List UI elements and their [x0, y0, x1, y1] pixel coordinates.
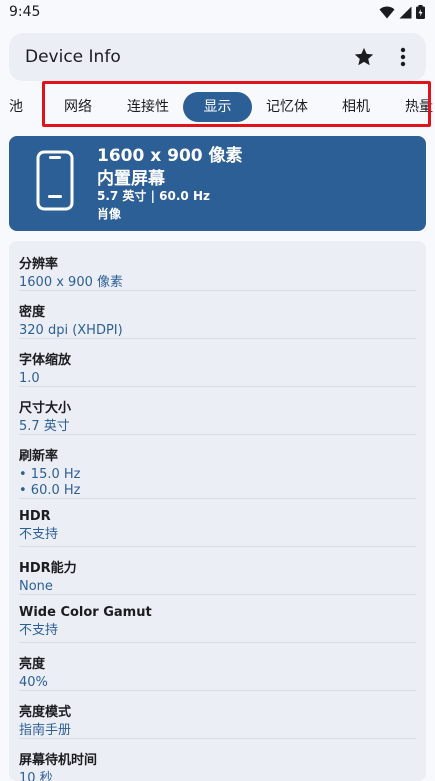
- tab-connectivity[interactable]: 连接性: [127, 92, 169, 122]
- favorite-star-icon[interactable]: [353, 46, 375, 68]
- display-spec: 5.7 英寸 | 60.0 Hz: [97, 189, 210, 203]
- list-item: Wide Color Gamut 不支持: [19, 605, 416, 643]
- status-icons: [379, 5, 425, 19]
- list-item: 密度 320 dpi (XHDPI): [19, 301, 416, 339]
- item-value: 40%: [19, 675, 48, 690]
- battery-icon: [416, 5, 425, 19]
- item-value: 不支持: [19, 623, 59, 638]
- item-label: 屏幕待机时间: [19, 753, 98, 768]
- tab-thermal[interactable]: 热量: [405, 92, 433, 122]
- list-item: HDR能力 None: [19, 557, 416, 595]
- list-item: 屏幕待机时间 10 秒: [19, 749, 416, 781]
- item-value: 1.0: [19, 371, 40, 386]
- app-bar: Device Info: [9, 33, 426, 81]
- item-label: HDR: [19, 509, 51, 524]
- list-item: 亮度模式 指南手册: [19, 701, 416, 739]
- list-item: 亮度 40%: [19, 653, 416, 691]
- item-label: 尺寸大小: [19, 401, 72, 416]
- signal-icon: [399, 6, 412, 18]
- display-resolution: 1600 x 900 像素: [97, 146, 243, 166]
- tab-memory[interactable]: 记忆体: [266, 92, 308, 122]
- wifi-icon: [379, 6, 395, 18]
- item-value: None: [19, 579, 53, 594]
- item-value: • 15.0 Hz: [19, 467, 81, 482]
- item-label: 亮度: [19, 657, 46, 672]
- list-item: HDR 不支持: [19, 509, 416, 547]
- item-value: 320 dpi (XHDPI): [19, 323, 123, 338]
- item-label: 密度: [19, 305, 46, 320]
- display-summary-card: 1600 x 900 像素 内置屏幕 5.7 英寸 | 60.0 Hz 肖像: [9, 136, 426, 231]
- item-value: 1600 x 900 像素: [19, 275, 123, 290]
- app-title: Device Info: [25, 47, 121, 67]
- display-orientation: 肖像: [97, 207, 122, 221]
- list-item: 尺寸大小 5.7 英寸: [19, 397, 416, 435]
- status-bar: 9:45: [0, 0, 435, 26]
- item-value: 不支持: [19, 527, 59, 542]
- phone-icon: [36, 150, 74, 211]
- tab-camera[interactable]: 相机: [342, 92, 370, 122]
- display-info-list: 分辨率 1600 x 900 像素 密度 320 dpi (XHDPI) 字体缩…: [9, 241, 426, 781]
- list-item: 字体缩放 1.0: [19, 349, 416, 387]
- tab-display[interactable]: 显示: [183, 92, 252, 122]
- item-label: 分辨率: [19, 257, 59, 272]
- list-item: 分辨率 1600 x 900 像素: [19, 253, 416, 291]
- item-label: 亮度模式: [19, 705, 72, 720]
- tab-bar: 池 网络 连接性 显示 记忆体 相机 热量: [0, 88, 435, 126]
- item-label: 字体缩放: [19, 353, 72, 368]
- display-name: 内置屏幕: [97, 169, 165, 189]
- more-options-icon[interactable]: [396, 46, 410, 68]
- tab-network[interactable]: 网络: [64, 92, 92, 122]
- item-value: 5.7 英寸: [19, 419, 70, 434]
- item-value: • 60.0 Hz: [19, 483, 81, 498]
- tab-battery[interactable]: 池: [9, 92, 23, 122]
- item-label: 刷新率: [19, 449, 59, 464]
- item-label: HDR能力: [19, 561, 77, 576]
- item-value: 指南手册: [19, 723, 72, 738]
- item-label: Wide Color Gamut: [19, 605, 152, 620]
- status-time: 9:45: [9, 4, 41, 20]
- list-item: 刷新率 • 15.0 Hz • 60.0 Hz: [19, 445, 416, 499]
